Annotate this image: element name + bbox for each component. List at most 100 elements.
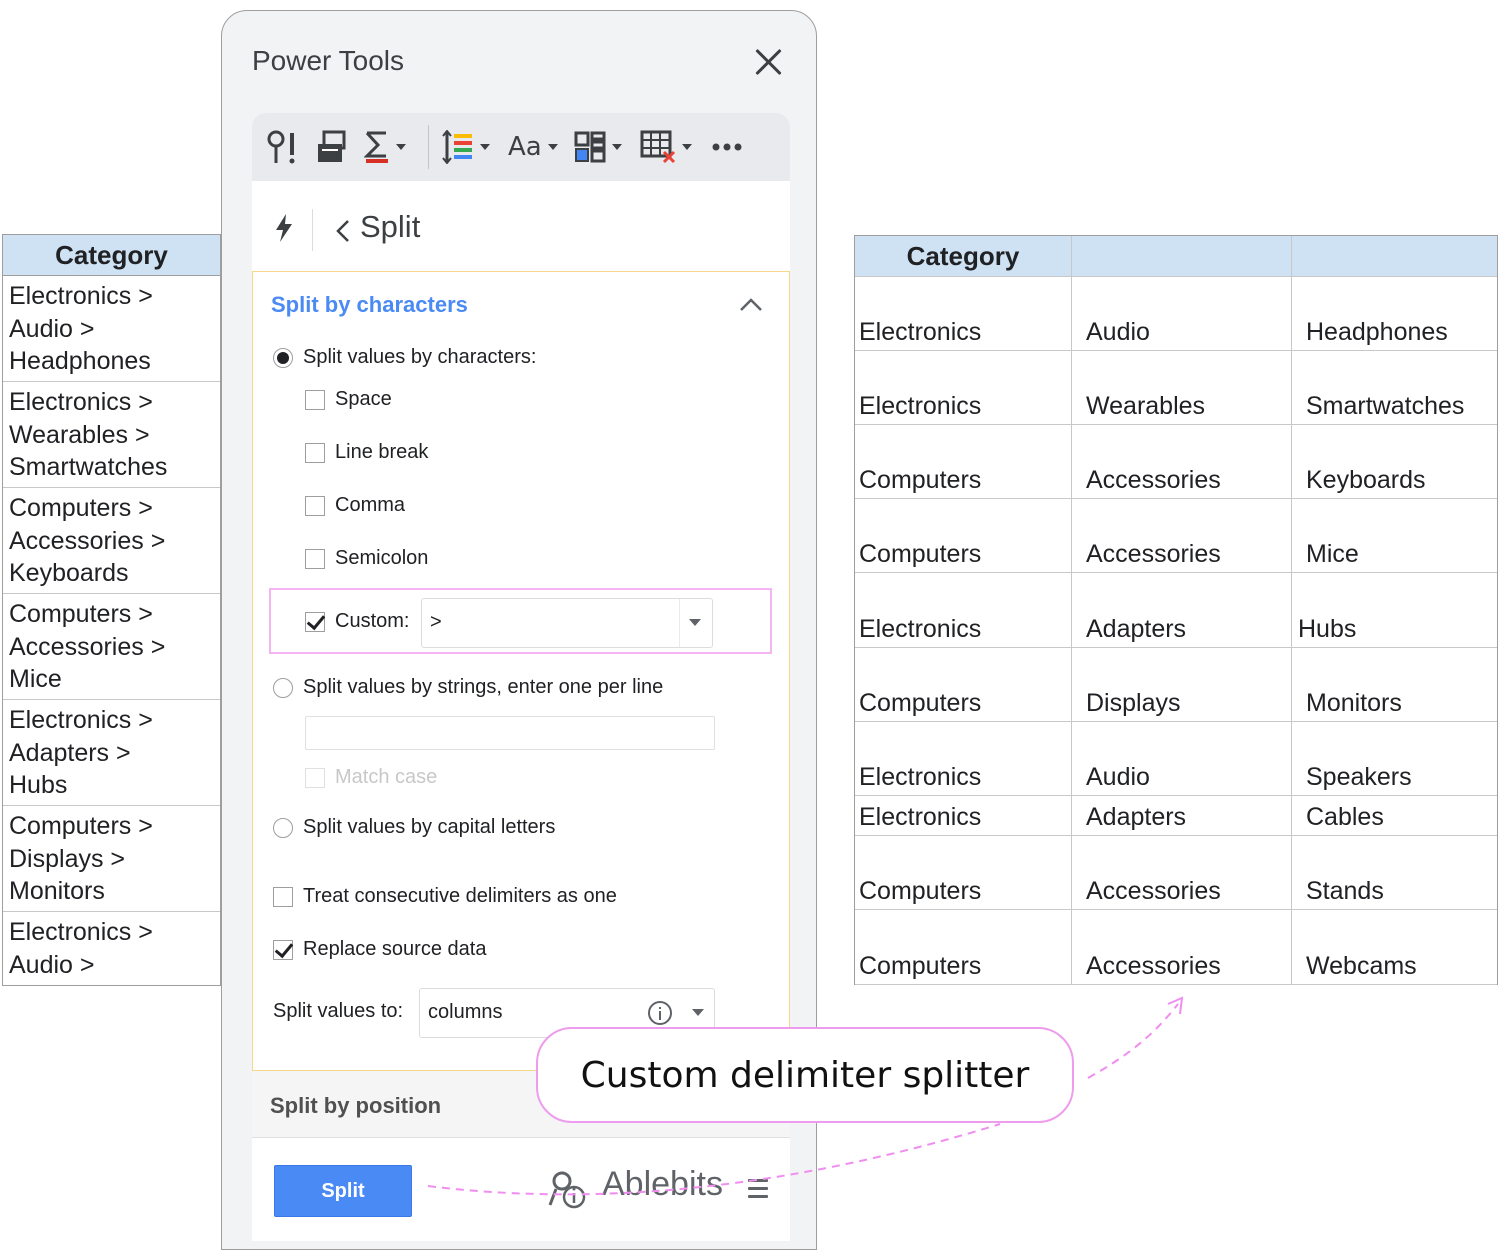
split-by-characters-radio[interactable]: Split values by characters: bbox=[273, 346, 536, 369]
result-cell[interactable]: Audio bbox=[1072, 722, 1292, 795]
checkbox[interactable] bbox=[305, 389, 325, 410]
result-cell[interactable]: Wearables bbox=[1072, 351, 1292, 424]
checkbox-checked[interactable] bbox=[305, 611, 325, 632]
radio-selected[interactable] bbox=[273, 347, 293, 368]
table-row: Electronics Audio Headphones bbox=[855, 277, 1497, 351]
source-header[interactable]: Category bbox=[3, 235, 220, 276]
question-exclaim-icon[interactable] bbox=[266, 129, 300, 165]
sort-icon[interactable] bbox=[442, 129, 490, 165]
table-row: Computers Accessories Webcams bbox=[855, 910, 1497, 985]
radio[interactable] bbox=[273, 817, 293, 838]
checkbox-checked[interactable] bbox=[273, 939, 293, 960]
result-cell[interactable]: Cables bbox=[1292, 796, 1497, 835]
option-label: Split values by capital letters bbox=[303, 816, 556, 838]
result-cell[interactable]: Audio bbox=[1072, 277, 1292, 350]
space-checkbox[interactable]: Space bbox=[305, 388, 392, 411]
result-cell[interactable]: Accessories bbox=[1072, 499, 1292, 572]
checkbox[interactable] bbox=[305, 548, 325, 569]
table-row: Electronics Audio Speakers bbox=[855, 722, 1497, 796]
source-cell[interactable]: Computers > Accessories > Mice bbox=[3, 594, 220, 700]
result-cell[interactable]: Adapters bbox=[1072, 573, 1292, 647]
lightning-icon[interactable] bbox=[274, 213, 294, 248]
source-cell[interactable]: Electronics > Wearables > Smartwatches bbox=[3, 382, 220, 488]
result-cell[interactable]: Mice bbox=[1292, 499, 1497, 572]
result-cell[interactable]: Speakers bbox=[1292, 722, 1497, 795]
radio[interactable] bbox=[273, 677, 293, 698]
cell-line: Electronics > bbox=[9, 706, 153, 734]
result-cell[interactable]: Stands bbox=[1292, 836, 1497, 909]
dropdown-arrow-area[interactable] bbox=[679, 599, 712, 647]
match-case-checkbox[interactable]: Match case bbox=[305, 766, 437, 789]
cell-line: Accessories > bbox=[9, 526, 166, 555]
treat-consecutive-checkbox[interactable]: Treat consecutive delimiters as one bbox=[273, 885, 617, 908]
result-cell[interactable]: Hubs bbox=[1292, 573, 1497, 647]
source-cell[interactable]: Computers > Displays > Monitors bbox=[3, 806, 220, 912]
source-cell[interactable]: Computers > Accessories > Keyboards bbox=[3, 488, 220, 594]
cell-line: Wearables > bbox=[9, 420, 150, 449]
result-cell[interactable]: Displays bbox=[1072, 648, 1292, 721]
result-cell[interactable]: Electronics bbox=[855, 796, 1072, 835]
table-row: Electronics Adapters Hubs bbox=[855, 573, 1497, 648]
table-row: Electronics Adapters Cables bbox=[855, 796, 1497, 836]
info-icon[interactable] bbox=[648, 1001, 672, 1025]
cell-line: Audio > bbox=[9, 950, 95, 979]
table-row: Computers Displays Monitors bbox=[855, 648, 1497, 722]
result-cell[interactable]: Computers bbox=[855, 499, 1072, 572]
comma-checkbox[interactable]: Comma bbox=[305, 494, 405, 517]
split-by-characters-section: Split by characters Split values by char… bbox=[252, 271, 790, 1071]
result-cell[interactable]: Accessories bbox=[1072, 836, 1292, 909]
strings-input[interactable] bbox=[305, 716, 715, 750]
result-header-cell[interactable] bbox=[1072, 236, 1292, 276]
panel-title: Power Tools bbox=[252, 45, 405, 76]
cell-line: Computers > bbox=[9, 494, 153, 522]
result-cell[interactable]: Headphones bbox=[1292, 277, 1497, 350]
checkbox[interactable] bbox=[305, 442, 325, 463]
result-cell[interactable]: Electronics bbox=[855, 351, 1072, 424]
sum-icon[interactable] bbox=[364, 129, 406, 165]
result-cell[interactable]: Adapters bbox=[1072, 796, 1292, 835]
cell-line: Displays > bbox=[9, 844, 126, 873]
line-break-checkbox[interactable]: Line break bbox=[305, 441, 428, 464]
result-cell[interactable]: Electronics bbox=[855, 722, 1072, 795]
result-cell[interactable]: Accessories bbox=[1072, 425, 1292, 498]
result-cell[interactable]: Keyboards bbox=[1292, 425, 1497, 498]
semicolon-checkbox[interactable]: Semicolon bbox=[305, 547, 428, 570]
result-cell[interactable]: Monitors bbox=[1292, 648, 1497, 721]
checkbox[interactable] bbox=[305, 767, 325, 788]
source-cell[interactable]: Electronics > Audio > Headphones bbox=[3, 276, 220, 382]
result-cell[interactable]: Computers bbox=[855, 425, 1072, 498]
section-title[interactable]: Split by characters bbox=[271, 292, 468, 318]
split-by-strings-radio[interactable]: Split values by strings, enter one per l… bbox=[273, 676, 663, 699]
more-icon[interactable] bbox=[712, 129, 742, 165]
back-chevron-icon[interactable] bbox=[336, 219, 350, 248]
result-cell[interactable]: Electronics bbox=[855, 573, 1072, 647]
table-delete-icon[interactable] bbox=[640, 129, 692, 165]
clean-sheet-icon[interactable] bbox=[316, 129, 346, 165]
hamburger-menu-icon[interactable] bbox=[748, 1179, 768, 1203]
source-cell[interactable]: Electronics > Audio > bbox=[3, 912, 220, 986]
custom-checkbox[interactable]: Custom: bbox=[305, 610, 409, 633]
result-header-cell[interactable] bbox=[1292, 236, 1497, 276]
close-icon[interactable] bbox=[754, 47, 784, 77]
text-case-icon[interactable]: Aa bbox=[508, 129, 558, 165]
cell-line: Smartwatches bbox=[9, 453, 168, 481]
custom-delimiter-select[interactable]: > bbox=[421, 598, 713, 648]
replace-source-checkbox[interactable]: Replace source data bbox=[273, 938, 486, 961]
cell-line: Audio > bbox=[9, 314, 95, 343]
checkbox[interactable] bbox=[273, 886, 293, 907]
result-cell[interactable]: Smartwatches bbox=[1292, 351, 1497, 424]
result-cell[interactable]: Computers bbox=[855, 648, 1072, 721]
source-cell[interactable]: Electronics > Adapters > Hubs bbox=[3, 700, 220, 806]
result-header-cell[interactable]: Category bbox=[855, 236, 1072, 276]
grid-layout-icon[interactable] bbox=[574, 129, 622, 165]
toolbar: Aa bbox=[252, 113, 790, 181]
result-cell[interactable]: Accessories bbox=[1072, 910, 1292, 984]
result-cell[interactable]: Computers bbox=[855, 910, 1072, 984]
result-cell[interactable]: Webcams bbox=[1292, 910, 1497, 984]
chevron-up-icon[interactable] bbox=[739, 298, 763, 317]
checkbox[interactable] bbox=[305, 495, 325, 516]
split-button[interactable]: Split bbox=[274, 1165, 412, 1217]
result-cell[interactable]: Computers bbox=[855, 836, 1072, 909]
result-cell[interactable]: Electronics bbox=[855, 277, 1072, 350]
split-by-capitals-radio[interactable]: Split values by capital letters bbox=[273, 816, 555, 839]
